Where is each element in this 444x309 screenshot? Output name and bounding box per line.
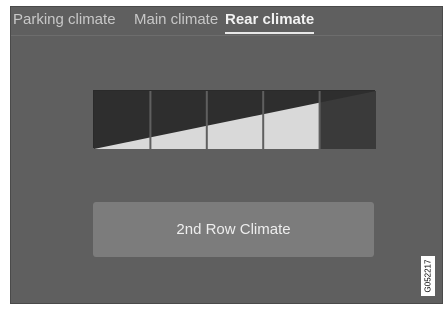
rear-fan-level-control[interactable] <box>93 90 376 149</box>
tab-main-climate[interactable]: Main climate <box>134 11 218 28</box>
tab-rear-climate[interactable]: Rear climate <box>225 11 314 28</box>
climate-screen: Parking climate Main climate Rear climat… <box>10 6 443 304</box>
tab-bar: Parking climate Main climate Rear climat… <box>11 7 442 36</box>
tab-parking-climate[interactable]: Parking climate <box>13 11 116 28</box>
active-tab-indicator <box>225 32 314 34</box>
figure-code: G052217 <box>421 256 435 296</box>
second-row-climate-button[interactable]: 2nd Row Climate <box>93 202 374 257</box>
fan-level-graphic <box>94 91 376 149</box>
